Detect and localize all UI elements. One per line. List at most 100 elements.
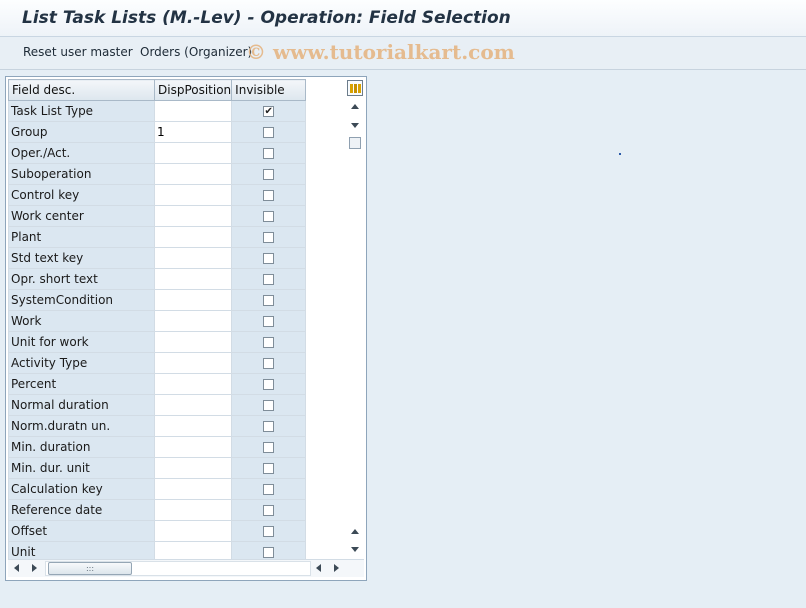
field-desc-cell[interactable]: Plant xyxy=(8,226,155,248)
invisible-checkbox[interactable] xyxy=(263,127,275,138)
disp-position-input[interactable] xyxy=(153,331,233,353)
invisible-checkbox[interactable] xyxy=(263,148,275,159)
invisible-checkbox[interactable] xyxy=(263,526,275,537)
invisible-cell xyxy=(231,142,307,164)
field-desc-cell[interactable]: Group xyxy=(8,121,155,143)
disp-position-input[interactable] xyxy=(153,394,233,416)
invisible-checkbox[interactable] xyxy=(263,358,275,369)
column-header-invisible[interactable]: Invisible xyxy=(231,79,307,101)
disp-position-input[interactable] xyxy=(153,184,233,206)
invisible-checkbox[interactable] xyxy=(263,169,275,180)
invisible-checkbox[interactable] xyxy=(263,274,275,285)
field-desc-cell[interactable]: Offset xyxy=(8,520,155,542)
table-row: Activity Type xyxy=(8,352,307,374)
field-desc-cell[interactable]: Opr. short text xyxy=(8,268,155,290)
disp-position-input[interactable] xyxy=(153,289,233,311)
table-row: Task List Type ✔ xyxy=(8,100,307,122)
table-row: Opr. short text xyxy=(8,268,307,290)
field-desc-cell[interactable]: Task List Type xyxy=(8,100,155,122)
field-desc-cell[interactable]: Oper./Act. xyxy=(8,142,155,164)
horizontal-scrollbar[interactable]: ::: xyxy=(8,559,364,577)
field-desc-cell[interactable]: Min. duration xyxy=(8,436,155,458)
invisible-checkbox[interactable] xyxy=(263,295,275,306)
field-desc-cell[interactable]: Work center xyxy=(8,205,155,227)
invisible-cell xyxy=(231,415,307,437)
field-desc-cell[interactable]: Percent xyxy=(8,373,155,395)
table-row: Suboperation xyxy=(8,163,307,185)
disp-position-input[interactable] xyxy=(153,520,233,542)
column-config-icon[interactable] xyxy=(347,80,363,96)
disp-position-input[interactable] xyxy=(153,415,233,437)
scroll-right-icon[interactable] xyxy=(334,564,339,572)
invisible-checkbox[interactable] xyxy=(263,463,275,474)
field-desc-cell[interactable]: Work xyxy=(8,310,155,332)
table-row: Oper./Act. xyxy=(8,142,307,164)
invisible-checkbox[interactable] xyxy=(263,547,275,558)
disp-position-input[interactable] xyxy=(153,247,233,269)
invisible-cell xyxy=(231,310,307,332)
field-desc-cell[interactable]: Std text key xyxy=(8,247,155,269)
disp-position-input[interactable] xyxy=(153,352,233,374)
field-desc-cell[interactable]: Min. dur. unit xyxy=(8,457,155,479)
scroll-down-icon[interactable] xyxy=(351,547,359,552)
invisible-checkbox[interactable] xyxy=(263,253,275,264)
field-desc-cell[interactable]: Activity Type xyxy=(8,352,155,374)
table-body: Task List Type ✔ Group 1 Oper./Act. Suboperat… xyxy=(8,100,307,563)
field-desc-cell[interactable]: Suboperation xyxy=(8,163,155,185)
invisible-checkbox[interactable] xyxy=(263,316,275,327)
table-row: Plant xyxy=(8,226,307,248)
table-row: Unit for work xyxy=(8,331,307,353)
column-header-disp-position[interactable]: DispPosition xyxy=(153,79,233,101)
column-header-field-desc[interactable]: Field desc. xyxy=(8,79,155,101)
invisible-checkbox[interactable] xyxy=(263,442,275,453)
scroll-down-icon[interactable] xyxy=(351,123,359,128)
field-desc-cell[interactable]: Norm.duratn un. xyxy=(8,415,155,437)
field-desc-cell[interactable]: SystemCondition xyxy=(8,289,155,311)
invisible-cell xyxy=(231,205,307,227)
disp-position-input[interactable] xyxy=(153,436,233,458)
disp-position-input[interactable] xyxy=(153,142,233,164)
disp-position-input[interactable] xyxy=(153,205,233,227)
field-desc-cell[interactable]: Unit for work xyxy=(8,331,155,353)
scroll-left-icon[interactable] xyxy=(316,564,321,572)
disp-position-input[interactable] xyxy=(153,268,233,290)
invisible-cell xyxy=(231,478,307,500)
invisible-checkbox[interactable] xyxy=(263,400,275,411)
reset-user-master-button[interactable]: Reset user master xyxy=(23,45,133,59)
invisible-checkbox[interactable] xyxy=(263,211,275,222)
invisible-checkbox[interactable] xyxy=(263,484,275,495)
vertical-scroll-thumb[interactable] xyxy=(349,137,361,149)
scroll-up-icon[interactable] xyxy=(351,529,359,534)
disp-position-input[interactable]: 1 xyxy=(153,121,233,143)
table-row: SystemCondition xyxy=(8,289,307,311)
field-desc-cell[interactable]: Reference date xyxy=(8,499,155,521)
scroll-up-icon[interactable] xyxy=(351,104,359,109)
invisible-checkbox[interactable] xyxy=(263,379,275,390)
table-row: Min. dur. unit xyxy=(8,457,307,479)
invisible-checkbox[interactable] xyxy=(263,421,275,432)
invisible-cell xyxy=(231,436,307,458)
field-desc-cell[interactable]: Calculation key xyxy=(8,478,155,500)
disp-position-input[interactable] xyxy=(153,499,233,521)
invisible-checkbox[interactable] xyxy=(263,232,275,243)
disp-position-input[interactable] xyxy=(153,478,233,500)
field-desc-cell[interactable]: Normal duration xyxy=(8,394,155,416)
disp-position-input[interactable] xyxy=(153,310,233,332)
invisible-cell xyxy=(231,247,307,269)
invisible-checkbox[interactable] xyxy=(263,337,275,348)
disp-position-input[interactable] xyxy=(153,100,233,122)
orders-organizer-button[interactable]: Orders (Organizer) xyxy=(140,45,252,59)
disp-position-input[interactable] xyxy=(153,163,233,185)
horizontal-scroll-thumb[interactable]: ::: xyxy=(48,562,132,575)
vertical-scrollbar[interactable] xyxy=(347,99,363,559)
scroll-right-icon[interactable] xyxy=(32,564,37,572)
invisible-checkbox[interactable]: ✔ xyxy=(263,106,275,117)
invisible-checkbox[interactable] xyxy=(263,190,275,201)
disp-position-input[interactable] xyxy=(153,373,233,395)
field-desc-cell[interactable]: Control key xyxy=(8,184,155,206)
scroll-left-icon[interactable] xyxy=(14,564,19,572)
invisible-cell xyxy=(231,520,307,542)
disp-position-input[interactable] xyxy=(153,226,233,248)
disp-position-input[interactable] xyxy=(153,457,233,479)
invisible-checkbox[interactable] xyxy=(263,505,275,516)
